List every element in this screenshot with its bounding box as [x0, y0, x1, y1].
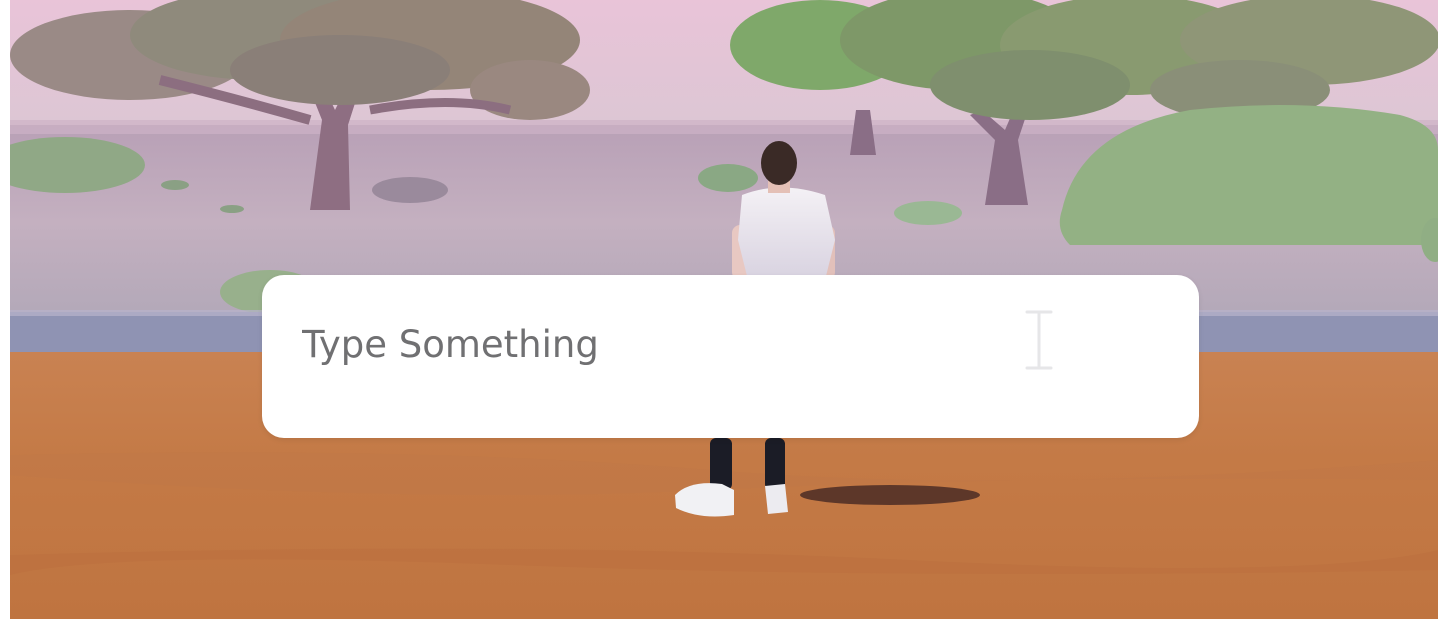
- game-viewport[interactable]: [10, 0, 1438, 619]
- mound: [698, 164, 758, 192]
- mound: [894, 201, 962, 225]
- chat-input-box[interactable]: [262, 275, 1199, 438]
- mound: [372, 177, 448, 203]
- chat-text-input[interactable]: [302, 305, 1002, 385]
- mound: [161, 180, 189, 190]
- i-beam-cursor-icon: [1025, 310, 1053, 370]
- mound: [220, 205, 244, 213]
